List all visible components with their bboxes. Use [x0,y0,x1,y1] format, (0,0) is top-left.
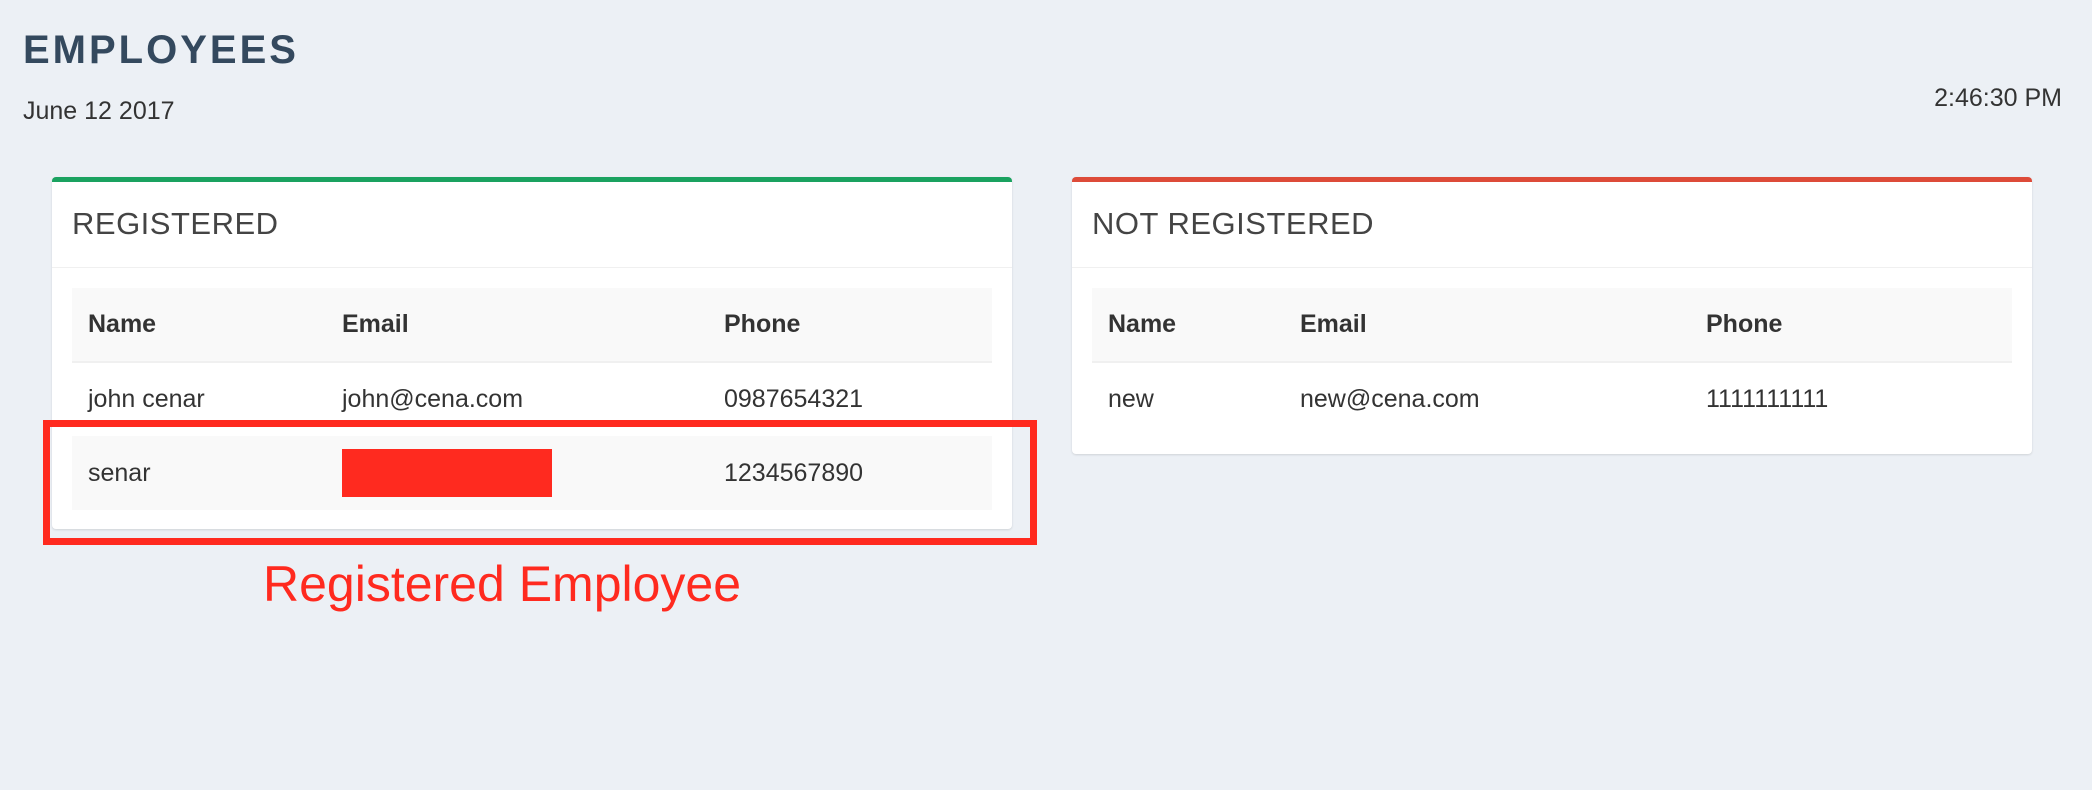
column-header-phone: Phone [708,288,992,363]
cell-name: new [1108,385,1154,413]
registered-panel-header: REGISTERED [52,182,1012,268]
column-header-name: Name [72,288,326,363]
not-registered-panel-body: Name Email Phone new new@cena.com 111111… [1072,268,2032,456]
page-title: EMPLOYEES [23,28,299,72]
column-header-name: Name [1092,288,1284,363]
not-registered-panel: NOT REGISTERED Name Email Phone new new@… [1072,177,2032,454]
not-registered-panel-title: NOT REGISTERED [1092,206,1375,241]
column-header-email: Email [326,288,708,363]
cell-phone: 1111111111 [1706,385,1829,413]
table-row[interactable]: new new@cena.com 1111111111 [1092,362,2012,436]
page-date: June 12 2017 [23,97,175,125]
clock: 2:46:30 PM [1934,84,2062,112]
not-registered-panel-header: NOT REGISTERED [1072,182,2032,268]
annotation-label: Registered Employee [263,556,742,612]
table-header-row: Name Email Phone [1092,288,2012,363]
registered-panel-title: REGISTERED [72,206,279,241]
not-registered-table: Name Email Phone new new@cena.com 111111… [1092,288,2012,436]
table-header-row: Name Email Phone [72,288,992,363]
annotation-highlight-frame [43,420,1037,545]
column-header-email: Email [1284,288,1690,363]
cell-email: new@cena.com [1300,385,1480,413]
column-header-phone: Phone [1690,288,2012,363]
